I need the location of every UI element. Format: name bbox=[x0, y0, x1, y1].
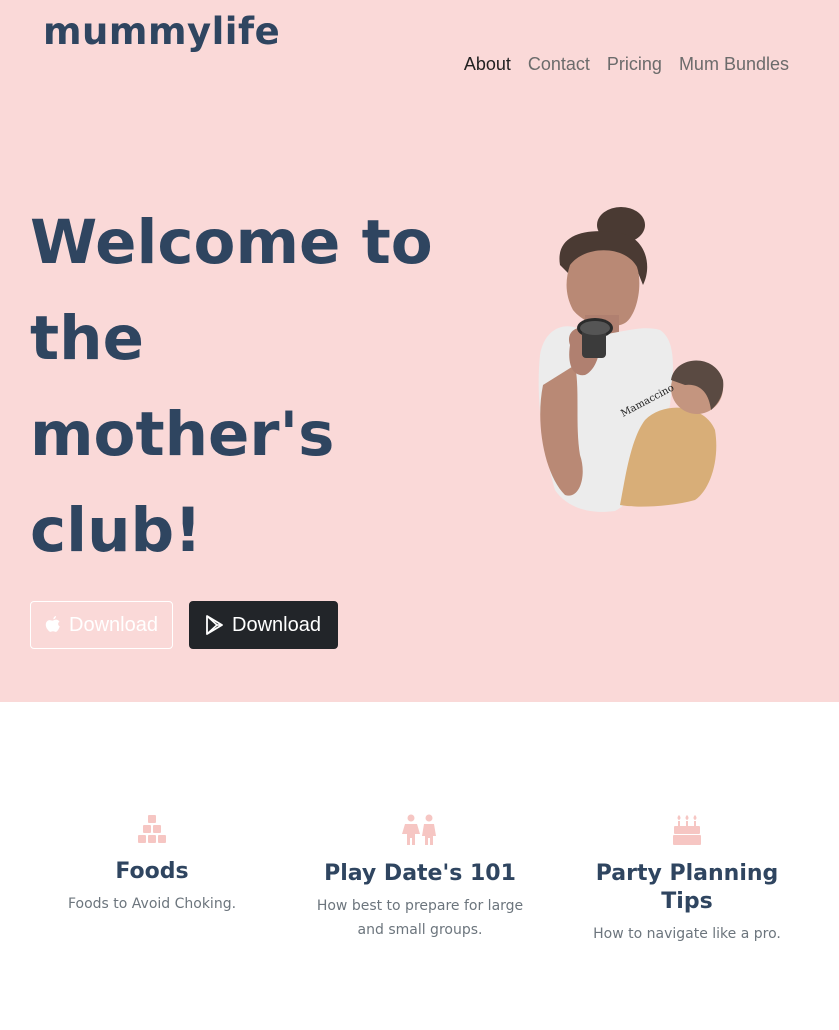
headline-line: Welcome to bbox=[30, 207, 433, 278]
feature-description: How best to prepare for large and small … bbox=[316, 898, 524, 938]
features-section: Foods Foods to Avoid Choking. Play Date'… bbox=[0, 702, 839, 1030]
headline-line: club! bbox=[30, 495, 202, 566]
feature-play-dates: Play Date's 101 How best to prepare for … bbox=[310, 814, 530, 942]
nav-item-about[interactable]: About bbox=[464, 54, 511, 75]
headline-line: mother's bbox=[30, 399, 335, 470]
nav-item-pricing[interactable]: Pricing bbox=[607, 54, 662, 75]
google-play-download-button[interactable]: Download bbox=[189, 601, 338, 649]
feature-title: Foods bbox=[115, 859, 189, 884]
nav-item-contact[interactable]: Contact bbox=[528, 54, 590, 75]
nav-item-mum-bundles[interactable]: Mum Bundles bbox=[679, 54, 789, 75]
blocks-icon bbox=[138, 815, 166, 843]
feature-title: Play Date's 101 bbox=[324, 861, 516, 886]
headline-line: the bbox=[30, 303, 144, 374]
feature-description: How to navigate like a pro. bbox=[593, 926, 781, 942]
apple-icon bbox=[45, 616, 60, 632]
google-play-download-label: Download bbox=[232, 613, 321, 636]
main-nav: About Contact Pricing Mum Bundles bbox=[464, 54, 789, 75]
google-play-icon bbox=[206, 615, 223, 635]
hero-headline: Welcome to the mother's club! bbox=[30, 195, 450, 579]
apple-download-label: Download bbox=[69, 613, 158, 636]
apple-download-button[interactable]: Download bbox=[30, 601, 173, 649]
feature-description: Foods to Avoid Choking. bbox=[67, 896, 237, 912]
mother-and-baby-illustration: Mamaccino bbox=[538, 207, 724, 512]
children-icon bbox=[402, 814, 436, 845]
brand-logo[interactable]: mummylife bbox=[43, 10, 280, 53]
feature-party-planning: Party Planning Tips How to navigate like… bbox=[587, 814, 787, 946]
birthday-cake-icon bbox=[673, 815, 701, 845]
feature-title: Party Planning Tips bbox=[595, 861, 779, 914]
feature-foods: Foods Foods to Avoid Choking. bbox=[42, 814, 262, 916]
hero-section: mummylife About Contact Pricing Mum Bund… bbox=[0, 0, 839, 702]
